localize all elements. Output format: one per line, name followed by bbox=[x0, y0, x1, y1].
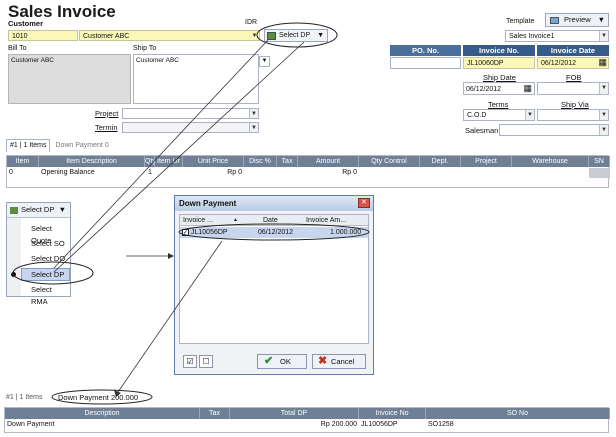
column-header[interactable]: SO No bbox=[426, 408, 610, 419]
arrow-head-icon bbox=[168, 253, 174, 259]
highlight-ellipse bbox=[51, 389, 153, 405]
arrow-line bbox=[53, 41, 305, 273]
table-cell: SO1258 bbox=[428, 421, 454, 428]
dp-grid-header: Description Tax Total DP Invoice No SO No bbox=[5, 408, 610, 419]
table-cell: JL10056DP bbox=[361, 421, 398, 428]
table-cell: Down Payment bbox=[7, 421, 55, 428]
column-header[interactable]: Invoice No bbox=[359, 408, 426, 419]
annotation-arrows bbox=[53, 39, 305, 397]
arrow-line bbox=[117, 240, 223, 393]
arrow-line bbox=[53, 39, 269, 269]
table-row[interactable]: Down Payment Rp 200.000 JL10056DP SO1258 bbox=[5, 420, 610, 431]
table-cell: Rp 200.000 bbox=[320, 421, 357, 428]
bottom-tab-items[interactable]: #1 | 1 Items bbox=[6, 392, 42, 403]
dp-grid: Description Tax Total DP Invoice No SO No Do… bbox=[4, 407, 610, 433]
column-header[interactable]: Tax bbox=[200, 408, 230, 419]
column-header[interactable]: Total DP bbox=[230, 408, 359, 419]
column-header[interactable]: Description bbox=[5, 408, 200, 419]
